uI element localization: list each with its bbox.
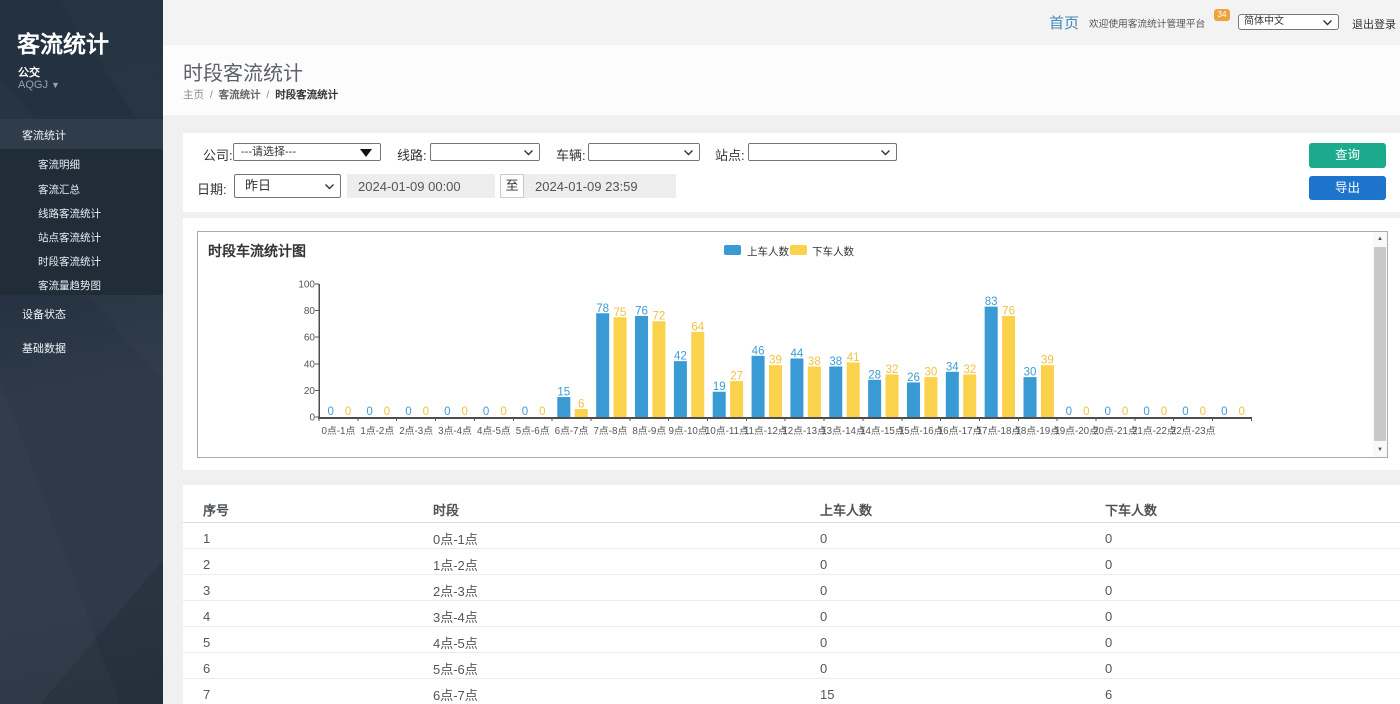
svg-text:0: 0 — [539, 406, 545, 418]
svg-text:30: 30 — [924, 367, 937, 379]
svg-text:0: 0 — [500, 406, 506, 418]
svg-text:28: 28 — [868, 369, 881, 381]
svg-text:30: 30 — [1024, 367, 1037, 379]
svg-text:0: 0 — [1200, 406, 1206, 418]
svg-text:7点-8点: 7点-8点 — [593, 425, 627, 437]
svg-text:0点-1点: 0点-1点 — [322, 425, 356, 437]
svg-text:78: 78 — [596, 303, 609, 315]
svg-text:19: 19 — [713, 381, 726, 393]
svg-text:0: 0 — [1105, 406, 1111, 418]
svg-text:0: 0 — [1143, 406, 1149, 418]
svg-text:2点-3点: 2点-3点 — [399, 425, 433, 437]
svg-text:76: 76 — [635, 305, 648, 317]
svg-text:22点-23点: 22点-23点 — [1171, 425, 1216, 437]
svg-text:0: 0 — [483, 406, 489, 418]
svg-text:72: 72 — [653, 311, 666, 323]
svg-text:0: 0 — [1066, 406, 1072, 418]
svg-text:38: 38 — [829, 356, 842, 368]
svg-text:15: 15 — [557, 387, 570, 399]
svg-text:38: 38 — [808, 356, 821, 368]
svg-text:0: 0 — [522, 406, 528, 418]
svg-text:39: 39 — [1041, 355, 1054, 367]
svg-text:32: 32 — [963, 364, 976, 376]
svg-text:0: 0 — [309, 413, 315, 424]
svg-text:0: 0 — [405, 406, 411, 418]
svg-text:6: 6 — [578, 399, 584, 411]
svg-text:100: 100 — [298, 280, 315, 291]
svg-text:46: 46 — [752, 345, 765, 357]
svg-text:34: 34 — [946, 361, 959, 373]
svg-text:64: 64 — [691, 321, 704, 333]
svg-text:26: 26 — [907, 372, 920, 384]
svg-text:42: 42 — [674, 351, 687, 363]
svg-text:0: 0 — [1182, 406, 1188, 418]
svg-text:0: 0 — [1161, 406, 1167, 418]
svg-text:76: 76 — [1002, 305, 1015, 317]
svg-text:32: 32 — [886, 364, 899, 376]
svg-text:39: 39 — [769, 355, 782, 367]
svg-text:9点-10点: 9点-10点 — [668, 425, 707, 437]
svg-text:0: 0 — [345, 406, 351, 418]
svg-text:1点-2点: 1点-2点 — [360, 425, 394, 437]
svg-text:0: 0 — [1122, 406, 1128, 418]
svg-text:8点-9点: 8点-9点 — [632, 425, 666, 437]
svg-text:10点-11点: 10点-11点 — [705, 425, 749, 437]
svg-text:0: 0 — [461, 406, 467, 418]
svg-text:0: 0 — [1083, 406, 1089, 418]
svg-text:80: 80 — [304, 306, 316, 317]
svg-text:40: 40 — [304, 359, 316, 370]
svg-text:0: 0 — [366, 406, 372, 418]
svg-text:3点-4点: 3点-4点 — [438, 425, 472, 437]
svg-text:44: 44 — [791, 348, 804, 360]
svg-text:5点-6点: 5点-6点 — [516, 425, 550, 437]
svg-text:20: 20 — [304, 386, 316, 397]
svg-text:6点-7点: 6点-7点 — [555, 425, 589, 437]
svg-text:4点-5点: 4点-5点 — [477, 425, 511, 437]
svg-text:41: 41 — [847, 352, 860, 364]
svg-text:83: 83 — [985, 296, 998, 308]
svg-text:0: 0 — [1238, 406, 1244, 418]
svg-text:75: 75 — [614, 307, 627, 319]
svg-text:0: 0 — [328, 406, 334, 418]
svg-text:0: 0 — [423, 406, 429, 418]
svg-text:0: 0 — [1221, 406, 1227, 418]
svg-text:0: 0 — [384, 406, 390, 418]
svg-text:60: 60 — [304, 333, 316, 344]
svg-text:27: 27 — [730, 371, 743, 383]
svg-text:0: 0 — [444, 406, 450, 418]
